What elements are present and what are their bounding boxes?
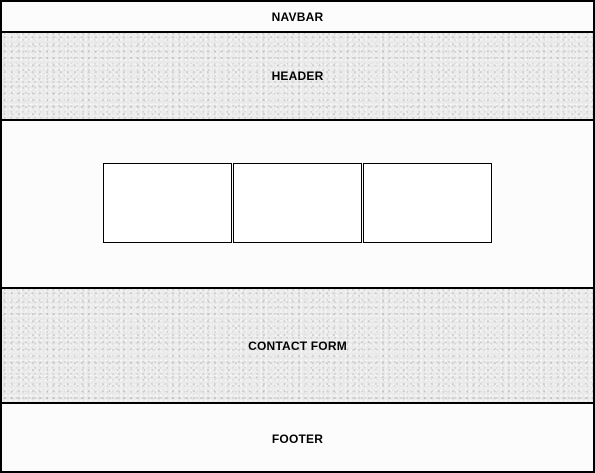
outer-border <box>0 0 595 473</box>
